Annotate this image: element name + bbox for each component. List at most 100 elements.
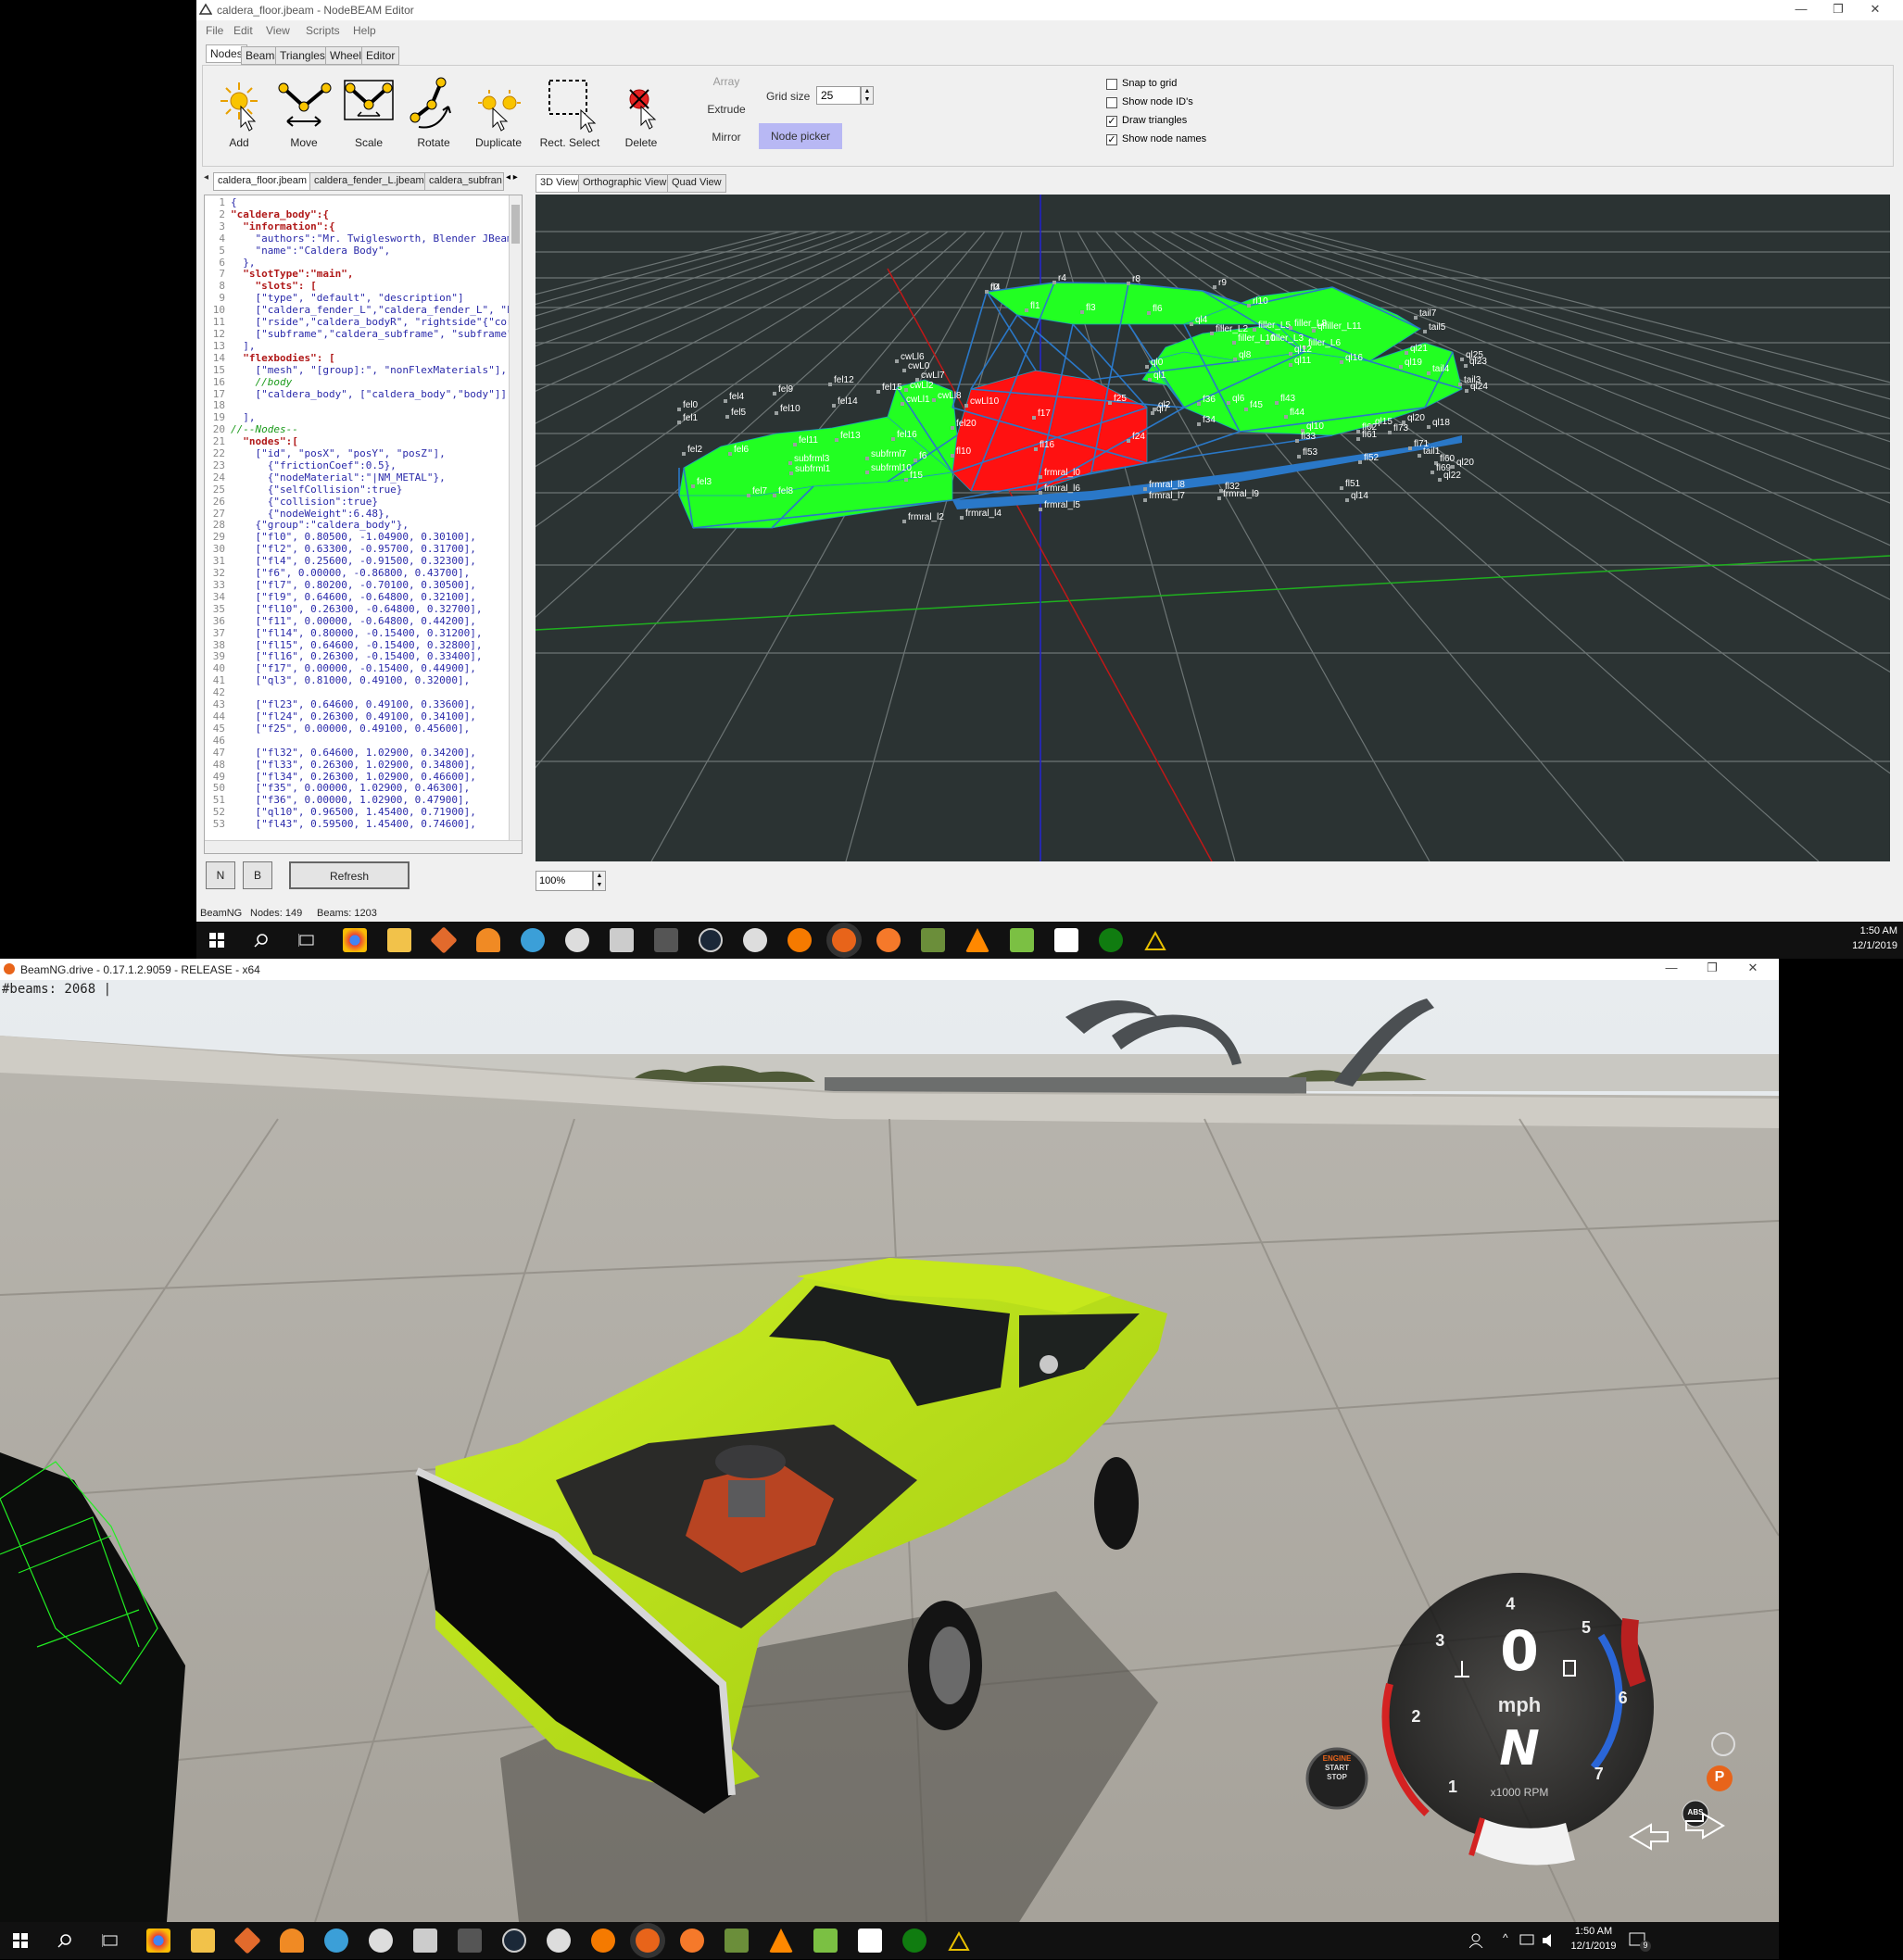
steam-icon[interactable]: [699, 928, 723, 952]
grid-size-stepper[interactable]: ▲ ▼: [861, 86, 874, 105]
menu-view[interactable]: View: [266, 24, 290, 37]
view-tab-quad[interactable]: Quad View: [667, 174, 726, 193]
code-text[interactable]: 1 {2 "caldera_body":{3 "information":{4 "a…: [205, 196, 522, 831]
game-minimize-button[interactable]: —: [1653, 961, 1690, 977]
3d-viewport[interactable]: r0 r4 r8 r9 rl10 fl1 fl3 fl6 ql4 filler_L2 filler_…: [536, 195, 1890, 861]
calculator-icon[interactable]: [610, 928, 634, 952]
beamng-icon[interactable]: [832, 928, 856, 952]
game-close-button[interactable]: ✕: [1734, 961, 1771, 977]
game-restore-button[interactable]: ❐: [1694, 961, 1731, 977]
vlc-icon-bottom[interactable]: [769, 1929, 793, 1953]
menu-scripts[interactable]: Scripts: [306, 24, 340, 37]
vlc-icon[interactable]: [965, 928, 989, 952]
xbox-icon[interactable]: [1099, 928, 1123, 952]
jbeam-code-editor[interactable]: 1 {2 "caldera_body":{3 "information":{4 "a…: [204, 195, 523, 854]
tray-expand-icon[interactable]: ^: [1503, 1931, 1508, 1944]
windows-start-icon-bottom[interactable]: [13, 1933, 28, 1948]
document-icon-bottom[interactable]: [858, 1929, 882, 1953]
code-horizontal-scrollbar[interactable]: [205, 840, 522, 853]
duplicate-tool-button[interactable]: Duplicate: [466, 75, 531, 168]
app-lamp-icon[interactable]: [476, 928, 500, 952]
zoom-input[interactable]: 100%: [536, 871, 593, 891]
rect-select-tool-button[interactable]: Rect. Select: [531, 75, 609, 168]
unity-icon-2[interactable]: [743, 928, 767, 952]
minimize-button[interactable]: —: [1783, 2, 1820, 19]
rotate-tool-button[interactable]: Rotate: [401, 75, 466, 168]
beamng-icon-bottom[interactable]: [636, 1929, 660, 1953]
show-node-ids-checkbox[interactable]: [1106, 97, 1117, 108]
view-tab-3d[interactable]: 3D View: [536, 174, 583, 193]
windows-start-icon[interactable]: [209, 933, 224, 948]
code-line[interactable]: 17 ["caldera_body", ["caldera_body","bod…: [205, 388, 513, 401]
tab-triangles[interactable]: Triangles: [275, 46, 330, 65]
file-explorer-icon[interactable]: [387, 928, 411, 952]
menu-edit[interactable]: Edit: [233, 24, 253, 37]
app-star-icon-bottom[interactable]: [233, 1927, 261, 1954]
blender-icon[interactable]: [876, 928, 901, 952]
draw-triangles-checkbox[interactable]: ✓: [1106, 116, 1117, 127]
task-view-icon[interactable]: [298, 933, 315, 948]
app-star-icon[interactable]: [430, 926, 458, 954]
nodebeam-icon[interactable]: [1143, 929, 1167, 953]
app-lamp-icon-bottom[interactable]: [280, 1929, 304, 1953]
file-tab-fender[interactable]: caldera_fender_L.jbeam: [309, 172, 429, 191]
document-icon[interactable]: [1054, 928, 1078, 952]
app-nodes-icon-bottom[interactable]: [324, 1929, 348, 1953]
app-spider-icon-bottom[interactable]: [458, 1929, 482, 1953]
viewport-canvas[interactable]: r0r4 r8 r9rl10fl1 fl3 fl6ql4filler_L2 filler_…: [536, 195, 1890, 861]
app-nodes-icon[interactable]: [521, 928, 545, 952]
volume-icon[interactable]: [1542, 1933, 1560, 1948]
code-line[interactable]: 45 ["f25", 0.00000, 0.49100, 0.45600],: [205, 722, 510, 735]
view-tab-orthographic[interactable]: Orthographic View: [578, 174, 672, 193]
code-line[interactable]: 53 ["fl43", 0.59500, 1.45400, 0.74600],: [205, 818, 510, 831]
grid-size-input[interactable]: 25: [816, 86, 861, 105]
zoom-stepper[interactable]: ▲ ▼: [593, 871, 606, 891]
task-view-icon-bottom[interactable]: [102, 1933, 119, 1948]
restore-button[interactable]: ❐: [1820, 2, 1857, 19]
app-spider-icon[interactable]: [654, 928, 678, 952]
search-icon[interactable]: [254, 933, 269, 948]
chrome-icon[interactable]: [343, 928, 367, 952]
move-tool-button[interactable]: Move: [271, 75, 336, 168]
snap-to-grid-checkbox[interactable]: [1106, 79, 1117, 90]
b-button[interactable]: B: [243, 861, 272, 889]
refresh-button[interactable]: Refresh: [289, 861, 410, 889]
chrome-icon-bottom[interactable]: [146, 1929, 170, 1953]
tab-editor[interactable]: Editor: [361, 46, 400, 65]
mirror-button[interactable]: Mirror: [694, 131, 759, 144]
app-flame-icon[interactable]: [788, 928, 812, 952]
menu-help[interactable]: Help: [353, 24, 376, 37]
unity-icon-2-bottom[interactable]: [547, 1929, 571, 1953]
code-vertical-scrollbar[interactable]: [509, 195, 522, 840]
unity-icon[interactable]: [565, 928, 589, 952]
file-tab-subframe[interactable]: caldera_subfran: [424, 172, 504, 191]
blender-icon-bottom[interactable]: [680, 1929, 704, 1953]
calculator-icon-bottom[interactable]: [413, 1929, 437, 1953]
person-tray-icon[interactable]: [1469, 1933, 1486, 1948]
delete-tool-button[interactable]: Delete: [609, 75, 674, 168]
menu-file[interactable]: File: [206, 24, 223, 37]
app-flame-icon-bottom[interactable]: [591, 1929, 615, 1953]
search-icon-bottom[interactable]: [57, 1933, 72, 1948]
scale-tool-button[interactable]: Scale: [336, 75, 401, 168]
n-button[interactable]: N: [206, 861, 235, 889]
extrude-button[interactable]: Extrude: [694, 103, 759, 116]
minecraft-icon-bottom[interactable]: [725, 1929, 749, 1953]
add-tool-button[interactable]: Add: [207, 75, 271, 168]
steam-icon-bottom[interactable]: [502, 1929, 526, 1953]
game-viewport[interactable]: 1 2 3 4 5 6 7 #beams: 2068 | 0 mph N x1000 RPM…: [0, 980, 1779, 1922]
close-button[interactable]: ✕: [1857, 2, 1894, 19]
notepad-plus-icon-bottom[interactable]: [813, 1929, 838, 1953]
array-button[interactable]: Array: [694, 75, 759, 88]
code-line[interactable]: 41 ["ql3", 0.81000, 0.49100, 0.32000],: [205, 674, 510, 687]
node-picker-button[interactable]: Node picker: [759, 123, 842, 149]
show-node-names-checkbox[interactable]: ✓: [1106, 134, 1117, 145]
file-tab-floor[interactable]: caldera_floor.jbeam: [213, 172, 312, 191]
nodebeam-icon-bottom[interactable]: [947, 1929, 971, 1954]
file-explorer-icon-bottom[interactable]: [191, 1929, 215, 1953]
notepad-plus-icon[interactable]: [1010, 928, 1034, 952]
network-icon[interactable]: [1519, 1933, 1538, 1948]
unity-icon-bottom[interactable]: [369, 1929, 393, 1953]
minecraft-icon[interactable]: [921, 928, 945, 952]
xbox-icon-bottom[interactable]: [902, 1929, 926, 1953]
